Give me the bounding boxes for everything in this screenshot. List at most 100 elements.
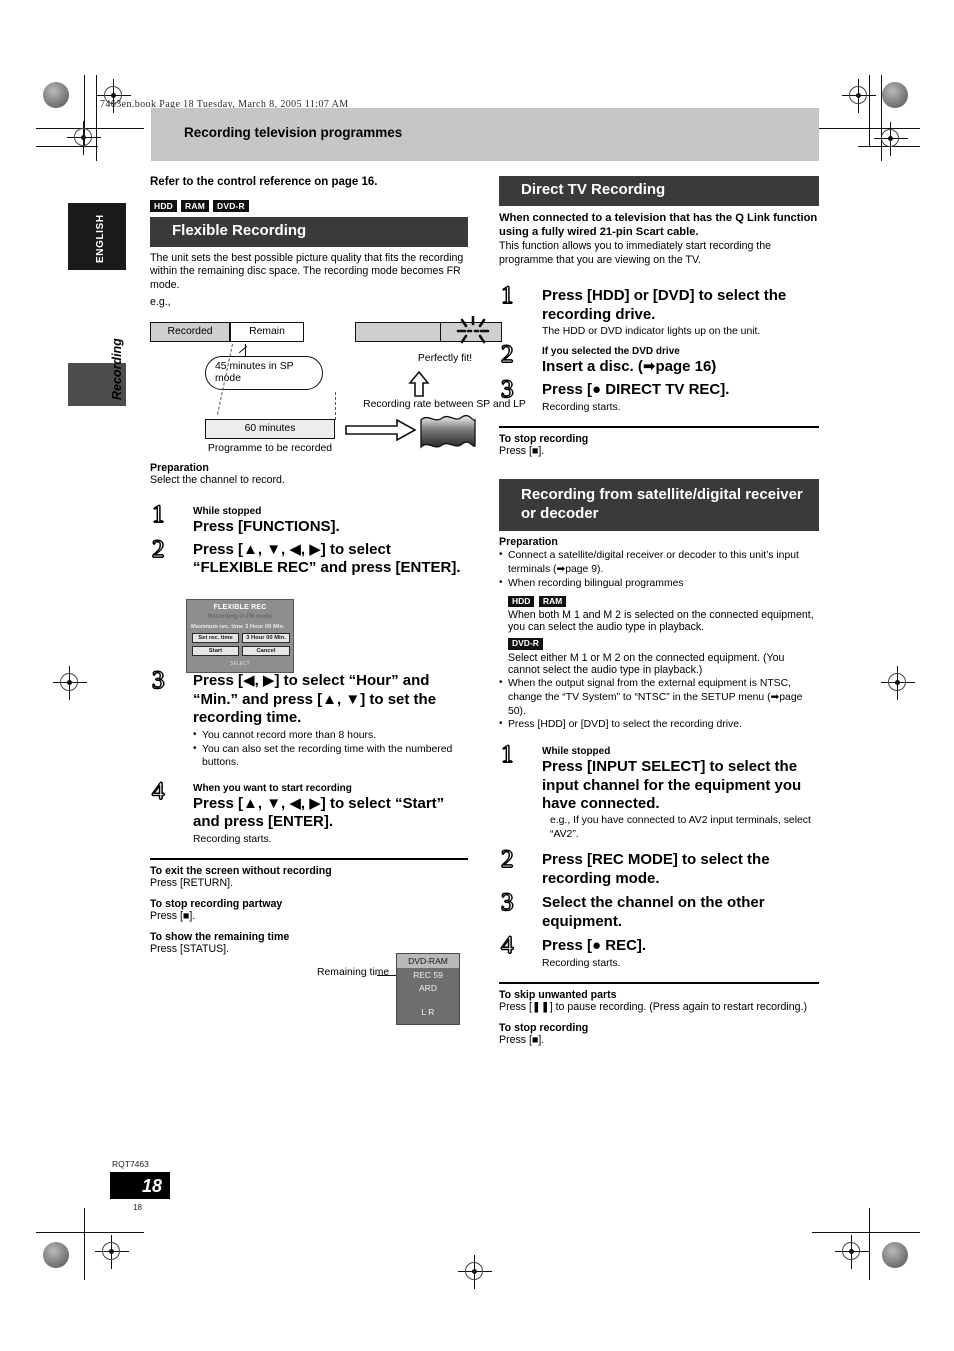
satellite-step-3: 3 Select the channel on the other equipm… <box>499 890 819 931</box>
direct-tv-lead-bold: When connected to a television that has … <box>499 211 818 239</box>
satellite-step-number-2: 2 <box>501 846 514 874</box>
osd-max-value: 3 Hour 00 Min. <box>245 624 285 630</box>
registration-circle-top-left <box>43 82 69 108</box>
language-tab-label: ENGLISH <box>95 214 106 263</box>
front-panel-disc-type: DVD-RAM <box>397 954 459 968</box>
remaining-time-label: Remaining time <box>317 967 390 978</box>
media-badge-dvdr: DVD-R <box>212 200 249 212</box>
right-arrow-icon <box>345 419 417 442</box>
diagram-bar-filled-left <box>355 322 440 343</box>
step-number-3: 3 <box>152 667 165 695</box>
satellite-tip-2-heading: To stop recording <box>499 1022 589 1035</box>
tip-2-heading: To stop recording partway <box>150 898 283 911</box>
page-number-small: 18 <box>133 1203 142 1212</box>
front-panel-audio: L R <box>421 1007 435 1017</box>
flexible-recording-intro: The unit sets the best possible picture … <box>150 251 464 292</box>
language-tab: ENGLISH <box>68 203 126 270</box>
page-number: 18 <box>141 1176 162 1196</box>
satellite-step-3-text: Select the channel on the other equipmen… <box>542 894 765 930</box>
satellite-step-number-3: 3 <box>501 889 514 917</box>
chapter-tab-label: Recording <box>110 338 124 400</box>
osd-subtitle: Recording in FR mode <box>207 614 272 620</box>
step-number-1: 1 <box>152 501 165 529</box>
osd-cancel-button[interactable]: Cancel <box>242 646 290 656</box>
osd-set-rec-time-value[interactable]: 3 Hour 00 Min. <box>242 633 290 643</box>
registration-mark-top-b <box>67 121 101 155</box>
step-3-bullet-1: You cannot record more than 8 hours. <box>193 728 468 743</box>
media-badge-hdd: HDD <box>150 200 178 212</box>
step-1-condition: While stopped <box>193 506 262 518</box>
osd-set-rec-time-label[interactable]: Set rec. time <box>192 633 239 643</box>
satellite-badge-dvdr: DVD-R <box>508 638 543 651</box>
registration-mark-mid-left <box>53 666 87 700</box>
registration-circle-bottom-left <box>43 1242 69 1268</box>
satellite-step-1-note: e.g., If you have connected to AV2 input… <box>550 815 811 840</box>
osd-start-button[interactable]: Start <box>192 646 239 656</box>
step-1-text: Press [FUNCTIONS]. <box>193 518 340 536</box>
tip-3-heading: To show the remaining time <box>150 931 290 944</box>
media-badge-ram: RAM <box>181 200 209 212</box>
diagram-bar-recorded: Recorded <box>150 322 230 343</box>
registration-mark-mid-right <box>881 666 915 700</box>
registration-mark-bottom-center <box>458 1255 492 1289</box>
direct-tv-step-3-note: Recording starts. <box>542 401 621 413</box>
direct-tv-step-number-2: 2 <box>501 340 514 368</box>
osd-select-hint: SELECT <box>230 661 250 667</box>
satellite-step-number-1: 1 <box>501 741 514 769</box>
satellite-step-1-condition: While stopped <box>542 746 611 758</box>
satellite-step-1: 1 While stopped Press [INPUT SELECT] to … <box>499 742 819 841</box>
registration-mark-bottom-right <box>835 1235 869 1269</box>
direct-tv-tip-text: Press [■]. <box>499 445 545 458</box>
satellite-step-4: 4 Press [● REC]. Recording starts. <box>499 933 819 970</box>
step-2-text: Press [▲, ▼, ◀, ▶] to select “FLEXIBLE R… <box>193 540 461 577</box>
right-divider-1 <box>499 426 819 429</box>
satellite-prep-bullet-3: When the output signal from the external… <box>499 676 819 718</box>
front-panel-display: DVD-RAM REC 59 ARD L R <box>396 953 460 1025</box>
satellite-preparation-heading: Preparation <box>499 536 558 549</box>
preparation-text: Select the channel to record. <box>150 474 285 487</box>
right-column: Direct TV Recording When connected to a … <box>499 176 819 1046</box>
satellite-step-4-note: Recording starts. <box>542 957 621 969</box>
osd-title: FLEXIBLE REC <box>213 604 267 611</box>
diagram-programme-caption: Programme to be recorded <box>207 443 333 455</box>
direct-tv-step-2-text: Insert a disc. (➡page 16) <box>542 357 717 375</box>
section-heading-satellite-recording: Recording from satellite/digital receive… <box>499 479 819 532</box>
step-3-bullet-2: You can also set the recording time with… <box>193 741 468 770</box>
step-4-flexible: 4 When you want to start recording Press… <box>150 778 468 846</box>
registration-mark-top-d <box>874 122 908 156</box>
direct-tv-step-3: 3 Press [● DIRECT TV REC]. Recording sta… <box>499 377 819 414</box>
direct-tv-tip-heading: To stop recording <box>499 433 589 446</box>
step-4-text: Press [▲, ▼, ◀, ▶] to select “Start” and… <box>193 794 445 831</box>
satellite-prep-bullet-4: Press [HDD] or [DVD] to select the recor… <box>499 717 819 732</box>
satellite-prep-bullet-2: When recording bilingual programmes <box>499 576 819 591</box>
satellite-hdd-ram-text: When both M 1 and M 2 is selected on the… <box>508 609 814 634</box>
diagram-bar-programme: 60 minutes <box>205 419 335 440</box>
step-2-flexible: 2 Press [▲, ▼, ◀, ▶] to select “FLEXIBLE… <box>150 536 468 578</box>
satellite-step-number-4: 4 <box>501 932 514 960</box>
satellite-badge-ram: RAM <box>538 595 567 608</box>
crop-line-bottom-right-v <box>869 1208 870 1280</box>
satellite-dvdr-text: Select either M 1 or M 2 on the connecte… <box>508 652 785 677</box>
preparation-heading: Preparation <box>150 462 209 475</box>
left-column: Refer to the control reference on page 1… <box>150 176 526 955</box>
satellite-step-4-text: Press [● REC]. <box>542 937 647 955</box>
section-heading-direct-tv-recording: Direct TV Recording <box>499 176 819 206</box>
disc-pages-icon <box>420 415 476 449</box>
step-number-4: 4 <box>152 777 165 805</box>
tip-1-text: Press [RETURN]. <box>150 877 233 890</box>
media-badge-group: HDD RAM DVD-R <box>150 200 468 212</box>
page-title-bar: Recording television programmes <box>151 108 819 161</box>
registration-circle-top-right <box>882 82 908 108</box>
left-divider <box>150 858 468 861</box>
eg-label: e.g., <box>150 296 171 309</box>
registration-mark-top-c <box>842 79 876 113</box>
sparkle-icon <box>456 316 490 344</box>
step-3-text: Press [◀, ▶] to select “Hour” and “Min.”… <box>193 672 437 727</box>
tip-2-text: Press [■]. <box>150 910 196 923</box>
direct-tv-step-2-condition: If you selected the DVD drive <box>542 345 680 357</box>
direct-tv-step-number-1: 1 <box>501 282 514 310</box>
section-heading-flexible-recording: Flexible Recording <box>150 216 468 247</box>
satellite-tip-2-text: Press [■]. <box>499 1034 545 1047</box>
satellite-tip-1-text: Press [❚❚] to pause recording. (Press ag… <box>499 1001 808 1014</box>
flexible-recording-diagram: Recorded Remain 45 minutes in SP mode 60… <box>150 314 526 462</box>
